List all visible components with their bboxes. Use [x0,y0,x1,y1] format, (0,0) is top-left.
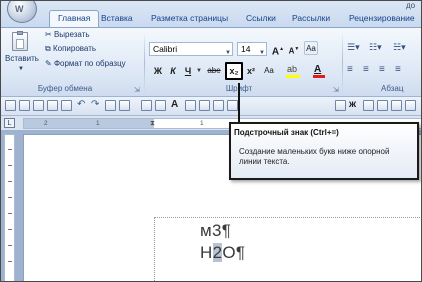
chevron-down-icon: ▼ [225,50,231,56]
tooltip-title: Подстрочный знак (Ctrl+=) [234,128,339,137]
brush-icon: ✎ [45,59,52,68]
font-dialog-launcher-icon[interactable]: ⇲ [333,86,339,94]
paste-button[interactable]: Вставить ▼ [5,30,39,80]
insert-image-icon[interactable] [335,100,346,111]
chevron-down-icon: ▼ [259,50,265,56]
layout-icon[interactable] [377,100,388,111]
group-label-paragraph: Абзац [381,84,404,93]
tab-review[interactable]: Рецензирование [349,11,415,27]
paragraph-mark: ¶ [235,243,246,262]
grid-icon[interactable] [391,100,402,111]
shading-icon[interactable] [213,100,224,111]
font-color-button[interactable]: A [311,64,331,78]
doc-line-2[interactable]: Н2О¶ [200,243,245,263]
table-icon[interactable] [141,100,152,111]
tab-page-layout[interactable]: Разметка страницы [151,11,228,27]
change-case-button[interactable]: Aa [260,64,278,78]
spelling-icon[interactable] [119,100,130,111]
chart-icon[interactable] [363,100,374,111]
font-name-combo[interactable]: Calibri ▼ [149,42,233,56]
office-logo-icon: W [15,4,24,14]
strikethrough-button[interactable]: abe [204,64,224,78]
columns-icon[interactable] [185,100,196,111]
tab-selector[interactable]: L [4,118,15,128]
copy-button[interactable]: ⧉ Копировать [45,44,96,57]
format-painter-button[interactable]: ✎ Формат по образцу [45,59,126,72]
ruler-tick: 2 [44,120,48,127]
eraser-icon: Aa [306,44,316,53]
open-icon[interactable] [33,100,44,111]
new-document-icon[interactable] [5,100,16,111]
font-size-combo[interactable]: 14 ▼ [237,42,267,56]
undo-icon[interactable]: ↶ [77,99,85,110]
zoom-icon[interactable] [227,100,238,111]
scissors-icon: ✂ [45,30,52,39]
bold-button[interactable]: Ж [151,64,165,78]
clipboard-icon [12,31,28,51]
justify-button[interactable]: ≡ [395,64,401,75]
window-title: до [406,1,416,10]
grow-font-button[interactable]: A▲ [271,42,285,57]
group-label-clipboard: Буфер обмена [37,84,93,93]
indent-marker-icon[interactable]: ⧗ [150,120,155,128]
tab-mailings[interactable]: Рассылки [292,11,330,27]
multilevel-list-button[interactable]: ☵▾ [393,42,413,56]
word-window: W Главная Вставка Разметка страницы Ссыл… [0,0,422,282]
text-boundary [154,217,421,281]
redo-icon[interactable]: ↷ [91,99,99,110]
selected-text: 2 [212,243,223,262]
ribbon-tab-bar: W Главная Вставка Разметка страницы Ссыл… [1,1,421,28]
tab-insert[interactable]: Вставка [101,11,133,27]
paragraph-mark: ¶ [221,221,232,240]
ribbon-home: Вставить ▼ ✂ Вырезать ⧉ Копировать ✎ Фор… [1,27,421,97]
ruler-tick: 1 [200,120,204,127]
subscript-tooltip: Подстрочный знак (Ctrl+=) Создание мален… [229,122,419,180]
clear-formatting-button[interactable]: Aa [304,41,318,55]
numbering-button[interactable]: ☷▾ [369,42,389,56]
overflow-icon[interactable] [405,100,416,111]
tab-home[interactable]: Главная [49,10,100,28]
highlighter-icon: ab [287,64,298,74]
paragraph-mark-icon[interactable] [155,100,166,111]
bullets-button[interactable]: ☰▾ [347,42,367,56]
superscript-button[interactable]: x² [244,64,258,78]
quick-access-toolbar: ↶ ↷ A ж [1,97,421,116]
group-separator [342,32,343,94]
copy-icon: ⧉ [45,44,51,53]
subscript-button[interactable]: x₂ [225,62,243,80]
shrink-font-button[interactable]: A▼ [287,42,301,56]
ruler-tick: 1 [96,120,100,127]
cut-button[interactable]: ✂ Вырезать [45,30,90,43]
office-button[interactable]: W [7,1,37,23]
save-icon[interactable] [19,100,30,111]
group-separator [144,32,145,94]
doc-line-1[interactable]: м3¶ [200,221,231,241]
underline-button[interactable]: Ч [181,64,195,78]
font-style-icon[interactable]: A [171,99,178,110]
print-preview-icon[interactable] [105,100,116,111]
folder-icon[interactable] [47,100,58,111]
chevron-down-icon[interactable]: ▼ [196,68,202,74]
print-icon[interactable] [61,100,72,111]
align-center-button[interactable]: ≡ [363,64,369,75]
bold-toolbar-icon[interactable]: ж [349,99,356,110]
vertical-ruler[interactable] [4,134,15,281]
tooltip-body: Создание маленьких букв ниже опорной лин… [239,147,390,166]
chevron-down-icon: ▼ [18,66,24,72]
clipboard-dialog-launcher-icon[interactable]: ⇲ [134,86,140,94]
paste-label: Вставить [5,54,39,63]
border-icon[interactable] [199,100,210,111]
tab-references[interactable]: Ссылки [246,11,276,27]
align-right-button[interactable]: ≡ [379,64,385,75]
highlight-color-button[interactable]: ab [285,64,305,78]
align-left-button[interactable]: ≡ [347,64,353,75]
callout-line [238,83,240,124]
italic-button[interactable]: К [166,64,180,78]
